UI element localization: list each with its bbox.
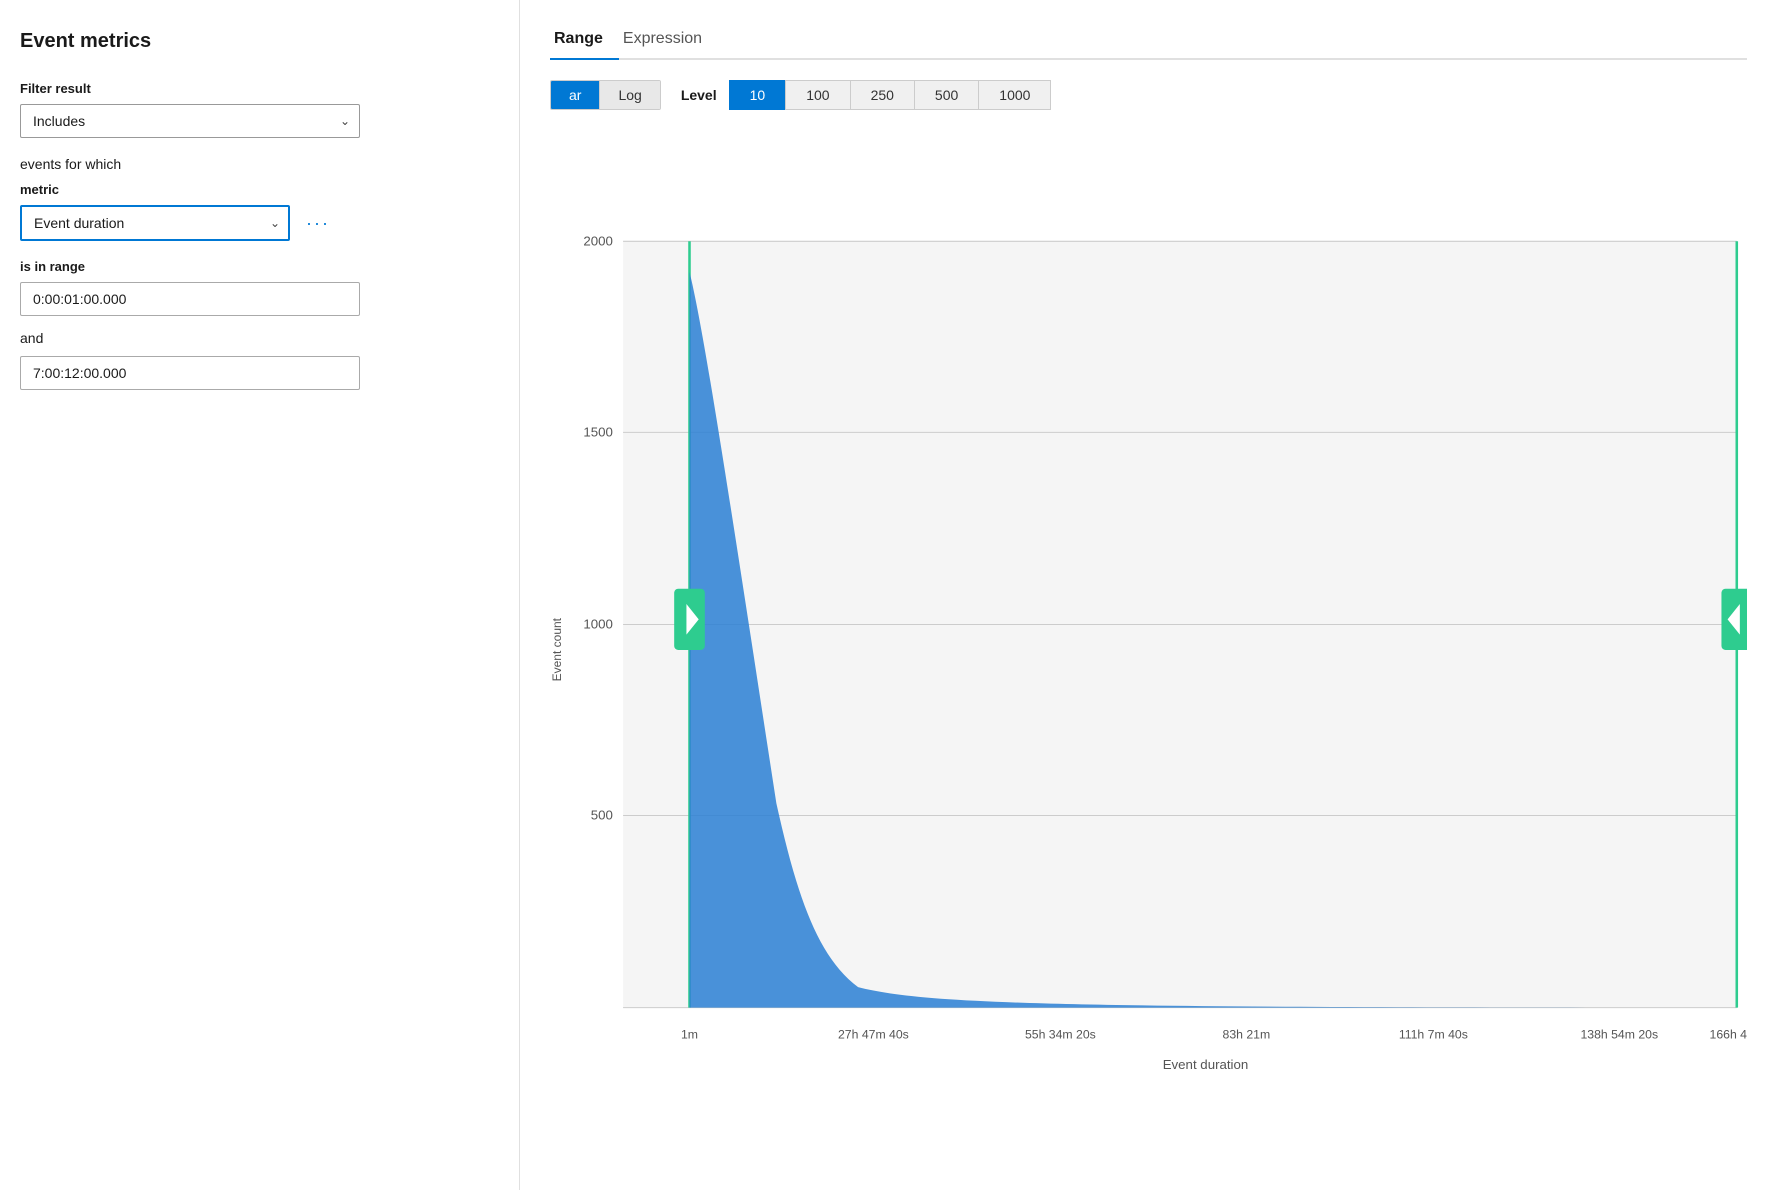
toggle-log-button[interactable]: Log	[600, 81, 659, 109]
tab-expression[interactable]: Expression	[619, 24, 718, 60]
chart-inner: 2000 1500 1000 500	[572, 130, 1747, 1170]
metric-row: Event durationEvent count ⌄ ···	[20, 205, 489, 241]
y-label-2000: 2000	[583, 233, 613, 248]
events-for-which-label: events for which	[20, 156, 489, 172]
y-axis-label: Event count	[550, 618, 564, 681]
controls-row: ar Log Level 10 100 250 500 1000	[550, 80, 1747, 110]
x-label-83h: 83h 21m	[1223, 1027, 1271, 1041]
chart-svg: 2000 1500 1000 500	[572, 130, 1747, 1170]
level-500-button[interactable]: 500	[914, 80, 978, 110]
toggle-ar-button[interactable]: ar	[551, 81, 600, 109]
chart-svg-area: 2000 1500 1000 500	[572, 130, 1747, 1170]
x-label-138h: 138h 54m 20s	[1580, 1027, 1658, 1041]
level-100-button[interactable]: 100	[785, 80, 849, 110]
panel-title: Event metrics	[20, 30, 489, 53]
metric-select[interactable]: Event durationEvent count	[20, 205, 290, 241]
and-label: and	[20, 330, 489, 346]
metric-more-button[interactable]: ···	[300, 209, 336, 238]
x-label-166h: 166h 41m	[1710, 1027, 1747, 1041]
level-10-button[interactable]: 10	[729, 80, 786, 110]
tab-range[interactable]: Range	[550, 24, 619, 60]
tabs-row: Range Expression	[550, 24, 1747, 60]
level-buttons-group: 10 100 250 500 1000	[729, 80, 1052, 110]
x-label-1m: 1m	[681, 1027, 698, 1041]
range-start-input[interactable]	[20, 282, 360, 316]
y-label-1500: 1500	[583, 424, 613, 439]
is-in-range-label: is in range	[20, 259, 489, 274]
level-250-button[interactable]: 250	[850, 80, 914, 110]
level-1000-button[interactable]: 1000	[978, 80, 1051, 110]
x-label-111h: 111h 7m 40s	[1399, 1027, 1468, 1041]
metric-select-wrapper: Event durationEvent count ⌄	[20, 205, 290, 241]
x-label-27h: 27h 47m 40s	[838, 1027, 909, 1041]
level-label: Level	[681, 87, 717, 103]
filter-result-section: Filter result IncludesExcludes ⌄	[20, 81, 489, 138]
left-panel: Event metrics Filter result IncludesExcl…	[0, 0, 520, 1190]
filter-result-select[interactable]: IncludesExcludes	[20, 104, 360, 138]
right-panel: Range Expression ar Log Level 10 100 250…	[520, 0, 1777, 1190]
scale-toggle-group: ar Log	[550, 80, 661, 110]
y-label-1000: 1000	[583, 617, 613, 632]
y-label-500: 500	[591, 808, 613, 823]
filter-result-label: Filter result	[20, 81, 489, 96]
x-label-55h: 55h 34m 20s	[1025, 1027, 1096, 1041]
range-end-input[interactable]	[20, 356, 360, 390]
chart-container: Event count 2000 1500 1000 500	[550, 130, 1747, 1170]
metric-label: metric	[20, 182, 489, 197]
x-axis-title: Event duration	[1163, 1057, 1249, 1072]
filter-result-wrapper: IncludesExcludes ⌄	[20, 104, 360, 138]
